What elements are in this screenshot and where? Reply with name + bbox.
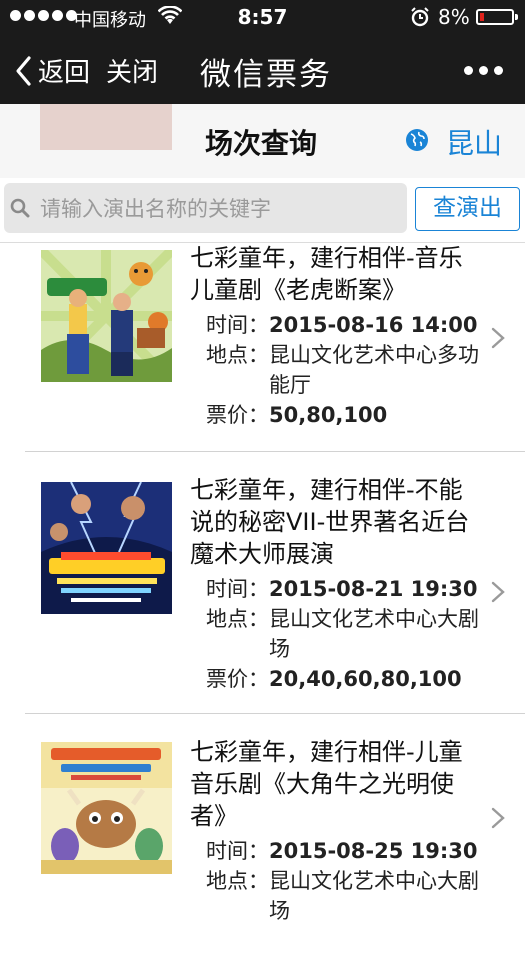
battery-icon <box>476 9 518 25</box>
show-time-value: 2015-08-21 19:30 <box>269 577 478 601</box>
show-info: 七彩童年，建行相伴-不能说的秘密VII-世界著名近台魔术大师展演 时间： 201… <box>190 474 480 694</box>
show-poster-image <box>41 250 172 382</box>
city-selector[interactable]: 昆山 <box>446 122 502 162</box>
more-options-button[interactable] <box>464 66 503 75</box>
close-button[interactable]: 关闭 <box>106 52 158 89</box>
show-time-row: 时间： 2015-08-16 14:00 <box>190 310 480 340</box>
show-time-value: 2015-08-25 19:30 <box>269 839 478 863</box>
chevron-left-icon <box>16 55 31 86</box>
show-venue-label: 地点： <box>206 869 269 893</box>
chevron-right-icon <box>491 807 505 829</box>
show-price-label: 票价： <box>206 667 269 691</box>
chevron-right-icon <box>491 581 505 603</box>
show-poster-image <box>41 482 172 614</box>
back-button[interactable]: 返回 <box>14 52 90 89</box>
globe-icon[interactable] <box>405 128 429 152</box>
show-time-label: 时间： <box>206 313 269 337</box>
show-venue-row: 地点： 昆山文化艺术中心大剧场 <box>190 866 480 926</box>
show-time-label: 时间： <box>206 577 269 601</box>
show-price-value: 20,40,60,80,100 <box>269 667 462 691</box>
more-dot-icon <box>494 66 503 75</box>
sub-header: 场次查询 昆山 <box>0 104 525 179</box>
show-info: 七彩童年，建行相伴-儿童音乐剧《大角牛之光明使者》 时间： 2015-08-25… <box>190 736 480 926</box>
show-venue-label: 地点： <box>206 343 269 367</box>
show-venue-value: 昆山文化艺术中心大剧场 <box>269 607 479 661</box>
show-venue-row: 地点： 昆山文化艺术中心多功能厅 <box>190 340 480 400</box>
show-venue-value: 昆山文化艺术中心多功能厅 <box>269 343 479 397</box>
show-time-label: 时间： <box>206 839 269 863</box>
search-field[interactable] <box>4 183 407 233</box>
show-price-value: 50,80,100 <box>269 403 388 427</box>
show-venue-value: 昆山文化艺术中心大剧场 <box>269 869 479 923</box>
show-name: 七彩童年，建行相伴-儿童音乐剧《大角牛之光明使者》 <box>190 738 463 830</box>
chevron-right-icon <box>491 327 505 349</box>
show-name: 七彩童年，建行相伴-不能说的秘密VII-世界著名近台魔术大师展演 <box>190 476 470 568</box>
search-icon <box>10 198 30 218</box>
show-price-row: 票价： 50,80,100 <box>190 400 480 430</box>
more-dot-icon <box>479 66 488 75</box>
scrolled-poster-behind <box>40 104 172 150</box>
battery-percent: 8% <box>438 5 470 29</box>
show-poster-image <box>41 742 172 874</box>
search-button[interactable]: 查演出 <box>415 187 520 231</box>
more-dot-icon <box>464 66 473 75</box>
show-time-row: 时间： 2015-08-25 19:30 <box>190 836 480 866</box>
show-time-row: 时间： 2015-08-21 19:30 <box>190 574 480 604</box>
back-button-label: 返回 <box>38 58 91 88</box>
show-list-item[interactable]: 七彩童年，建行相伴-音乐儿童剧《老虎断案》 时间： 2015-08-16 14:… <box>0 242 525 452</box>
alarm-clock-icon <box>411 7 429 27</box>
show-price-row: 票价： 20,40,60,80,100 <box>190 664 480 694</box>
search-bar: 查演出 <box>0 178 525 243</box>
page-title: 微信票务 <box>200 57 332 93</box>
show-price-label: 票价： <box>206 403 269 427</box>
show-venue-label: 地点： <box>206 607 269 631</box>
show-list-item[interactable]: 七彩童年，建行相伴-儿童音乐剧《大角牛之光明使者》 时间： 2015-08-25… <box>0 714 525 954</box>
show-list: 七彩童年，建行相伴-音乐儿童剧《老虎断案》 时间： 2015-08-16 14:… <box>0 242 525 954</box>
show-venue-row: 地点： 昆山文化艺术中心大剧场 <box>190 604 480 664</box>
show-list-item[interactable]: 七彩童年，建行相伴-不能说的秘密VII-世界著名近台魔术大师展演 时间： 201… <box>0 452 525 714</box>
nav-bar: 返回 关闭 微信票务 <box>0 36 525 104</box>
show-name: 七彩童年，建行相伴-音乐儿童剧《老虎断案》 <box>190 244 463 304</box>
status-bar: 中国移动 8:57 8% <box>0 0 525 36</box>
show-time-value: 2015-08-16 14:00 <box>269 313 478 337</box>
section-title: 场次查询 <box>205 127 318 160</box>
search-input[interactable] <box>38 188 402 230</box>
show-info: 七彩童年，建行相伴-音乐儿童剧《老虎断案》 时间： 2015-08-16 14:… <box>190 242 480 430</box>
